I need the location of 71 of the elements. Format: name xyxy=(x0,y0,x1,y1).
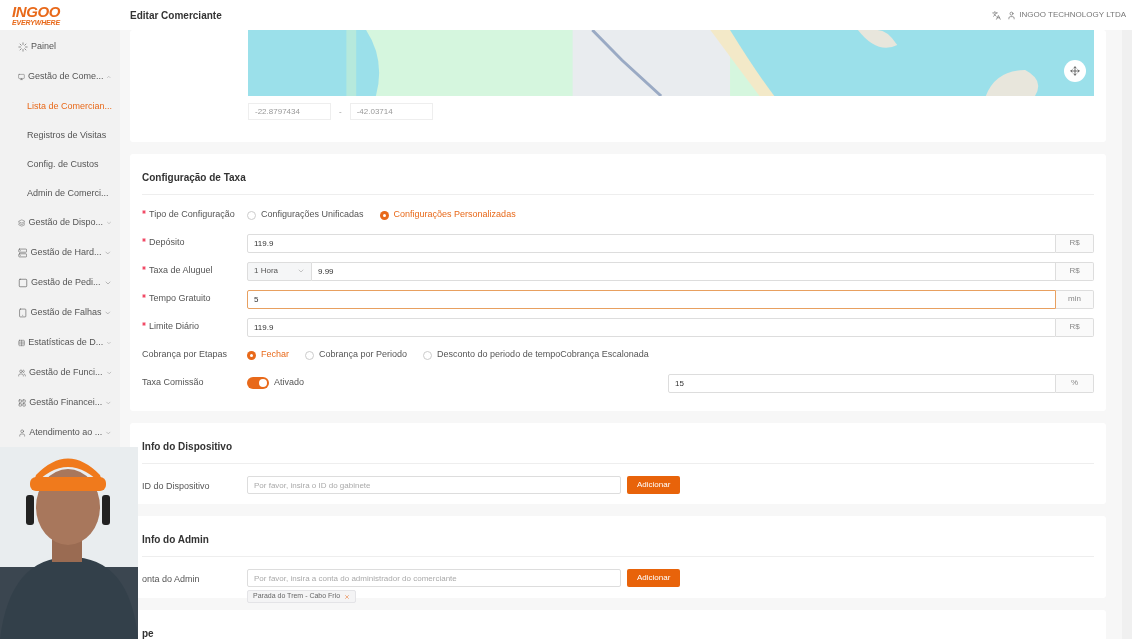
chevron-down-icon xyxy=(105,369,112,377)
chevron-down-icon xyxy=(105,399,112,407)
field-label: Tempo Gratuito xyxy=(149,292,211,306)
unit-select[interactable]: 1 Hora xyxy=(247,261,312,281)
field-label: Limite Diário xyxy=(149,320,199,334)
field-label: Taxa Comissão xyxy=(142,376,204,390)
submenu-item[interactable]: Config. de Custos xyxy=(0,150,120,179)
page-title: Editar Comerciante xyxy=(130,8,222,23)
text-input[interactable]: 119.9 xyxy=(247,317,1056,337)
field-label: Cobrança por Etapas xyxy=(142,348,228,362)
chevron-up-icon xyxy=(106,73,112,81)
table-icon xyxy=(18,338,26,348)
server-icon xyxy=(18,248,28,258)
submenu-item[interactable]: Admin de Comerci... xyxy=(0,179,120,208)
field-label: ID do Dispositivo xyxy=(142,480,211,493)
chevron-down-icon xyxy=(104,279,112,287)
sidebar-item[interactable]: Gestão Financei... xyxy=(0,388,120,418)
sidebar-item[interactable]: Gestão de Hard... xyxy=(0,238,120,268)
move-icon xyxy=(1070,66,1080,76)
sidebar-item[interactable]: Estatísticas de D... xyxy=(0,328,120,358)
sidebar-item[interactable]: Gestão de Funci... xyxy=(0,358,120,388)
submenu-item[interactable]: Registros de Visitas xyxy=(0,121,120,150)
grid-icon xyxy=(18,398,27,408)
spinner-icon xyxy=(18,42,28,52)
sidebar-item[interactable]: Gestão de Come... xyxy=(0,62,120,92)
chevron-down-icon xyxy=(104,309,112,317)
sidebar-item[interactable]: Atendimento ao ... xyxy=(0,418,120,448)
field-label: Tipo de Configuração xyxy=(149,208,235,222)
switch-label: Ativado xyxy=(274,376,305,390)
field-label: onta do Admin xyxy=(142,573,201,586)
company-name[interactable]: INGOO TECHNOLOGY LTDA xyxy=(1019,9,1126,21)
text-input[interactable]: Por favor, insira o ID do gabinete xyxy=(247,476,621,494)
chevron-down-icon xyxy=(297,267,305,275)
radio-option[interactable]: Desconto do periodo de tempoCobrança Escalonada xyxy=(423,348,649,362)
section-title: Info do Dispositivo xyxy=(142,441,232,452)
chevron-down-icon xyxy=(105,429,112,437)
layers-icon xyxy=(18,218,26,228)
users-icon xyxy=(18,368,27,378)
text-input[interactable]: 9.99 xyxy=(312,261,1056,281)
toggle-switch[interactable] xyxy=(247,377,269,389)
text-input[interactable]: 15 xyxy=(668,373,1056,393)
text-input[interactable]: 119.9 xyxy=(247,233,1056,253)
translate-icon[interactable] xyxy=(992,10,1002,20)
sidebar-item[interactable]: Gestão de Falhas xyxy=(0,298,120,328)
chevron-down-icon xyxy=(104,249,112,257)
chevron-down-icon xyxy=(106,219,112,227)
field-label: Depósito xyxy=(149,236,185,250)
range-separator: - xyxy=(339,105,342,118)
field-label: Taxa de Aluguel xyxy=(149,264,213,278)
radio-option[interactable]: Configurações Unificadas xyxy=(247,208,364,222)
sidebar-item[interactable]: Painel xyxy=(0,32,120,62)
unit-addon: R$ xyxy=(1056,261,1094,281)
unit-addon: R$ xyxy=(1056,317,1094,337)
unit-addon: % xyxy=(1056,373,1094,393)
sidebar-item[interactable]: Gestão de Dispo... xyxy=(0,208,120,238)
close-icon[interactable] xyxy=(344,593,351,600)
section-title: Info do Admin xyxy=(142,534,209,545)
user-icon xyxy=(18,428,27,438)
unit-addon: min xyxy=(1056,289,1094,309)
tablet-icon xyxy=(18,308,28,318)
radio-option[interactable]: Cobrança por Periodo xyxy=(305,348,408,362)
text-input[interactable]: Por favor, insira a conta do administrador do comerciante xyxy=(247,569,621,587)
chevron-down-icon xyxy=(106,339,112,347)
text-input[interactable]: 5 xyxy=(247,289,1056,309)
monitor-icon xyxy=(18,72,25,82)
section-title: pe xyxy=(142,628,154,639)
sidebar-item[interactable]: Gestão de Pedi... xyxy=(0,268,120,298)
section-title: Configuração de Taxa xyxy=(142,172,246,183)
unit-addon: R$ xyxy=(1056,233,1094,253)
square-icon xyxy=(18,278,28,288)
user-icon xyxy=(1007,10,1017,20)
